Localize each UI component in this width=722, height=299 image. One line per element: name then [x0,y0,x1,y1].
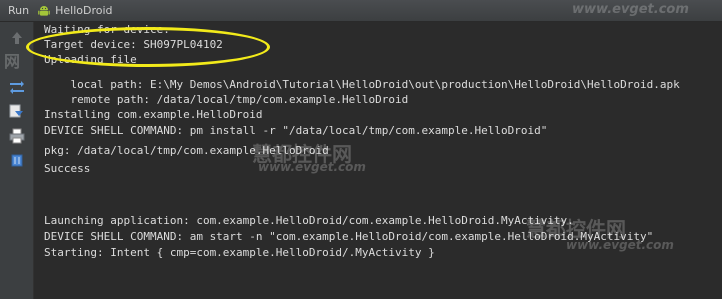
run-toolbar [0,22,34,299]
console-line: local path: E:\My Demos\Android\Tutorial… [44,78,680,91]
console-line: Uploading file [44,53,137,66]
console-output[interactable]: Waiting for device. Target device: SH097… [34,22,722,299]
android-icon [37,4,51,18]
run-tool-window: Run HelloDroid Waiting for device. Targe… [0,0,722,299]
print-icon[interactable] [9,128,25,144]
console-line: Waiting for device. [44,23,170,36]
clear-all-icon[interactable] [9,152,25,168]
run-tab-label[interactable]: Run [8,4,29,17]
run-panel-header: Run HelloDroid [0,0,722,22]
console-line: Installing com.example.HelloDroid [44,108,263,121]
rerun-icon[interactable] [9,80,25,96]
console-line: DEVICE SHELL COMMAND: pm install -r "/da… [44,124,548,137]
console-line: Starting: Intent { cmp=com.example.Hello… [44,246,435,259]
console-line: Success [44,162,91,175]
console-line: remote path: /data/local/tmp/com.example… [44,93,409,106]
scroll-to-end-icon[interactable] [9,104,25,120]
console-line: DEVICE SHELL COMMAND: am start -n "com.e… [44,230,654,243]
console-line: pkg: /data/local/tmp/com.example.HelloDr… [44,144,329,157]
console-line: Launching application: com.example.Hello… [44,214,574,227]
up-arrow-icon[interactable] [9,30,25,46]
console-line: Target device: SH097PL04102 [44,38,223,51]
run-configuration-name: HelloDroid [55,4,113,17]
